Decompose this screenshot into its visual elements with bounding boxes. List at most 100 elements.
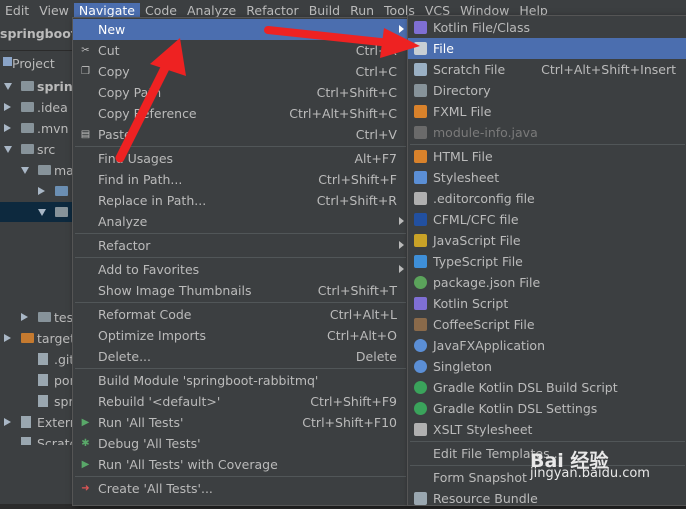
menu-item-find-in-path[interactable]: Find in Path... Ctrl+Shift+F — [73, 169, 408, 190]
menu-item-new[interactable]: New — [73, 19, 408, 40]
menu-item-coffeescript-file[interactable]: CoffeeScript File — [408, 314, 686, 335]
menu-item-cut[interactable]: ✂ Cut Ctrl+X — [73, 40, 408, 61]
tree-row[interactable]: spring — [0, 391, 72, 411]
expand-arrow-icon[interactable] — [4, 146, 12, 153]
tree-item-label: .mvn — [37, 121, 69, 136]
menu-item-delete[interactable]: Delete... Delete — [73, 346, 408, 367]
menu-refactor[interactable]: Refactor — [241, 3, 303, 18]
menu-item-run-all-tests[interactable]: ▶ Run 'All Tests' Ctrl+Shift+F10 — [73, 412, 408, 433]
menu-item-stylesheet[interactable]: Stylesheet — [408, 167, 686, 188]
menu-item-directory[interactable]: Directory — [408, 80, 686, 101]
menu-item-label: module-info.java — [433, 125, 538, 140]
menu-item-package-json-file[interactable]: package.json File — [408, 272, 686, 293]
tree-row[interactable] — [0, 286, 72, 306]
tree-row[interactable]: target — [0, 328, 72, 348]
menu-item-add-to-favorites[interactable]: Add to Favorites — [73, 259, 408, 280]
run-icon: ▶ — [81, 417, 90, 428]
menu-item-xslt-stylesheet[interactable]: XSLT Stylesheet — [408, 419, 686, 440]
menu-item-cfml-cfc-file[interactable]: CFML/CFC file — [408, 209, 686, 230]
menu-item-kotlin-script[interactable]: Kotlin Script — [408, 293, 686, 314]
menu-run[interactable]: Run — [345, 3, 379, 18]
menu-build[interactable]: Build — [304, 3, 345, 18]
expand-arrow-icon[interactable] — [38, 209, 46, 216]
tree-row[interactable] — [0, 202, 72, 222]
menu-item-label: Create 'All Tests'... — [98, 481, 213, 496]
menu-item-paste[interactable]: ▤ Paste Ctrl+V — [73, 124, 408, 145]
menu-item-javafxapplication[interactable]: JavaFXApplication — [408, 335, 686, 356]
tree-row[interactable]: .mvn — [0, 118, 72, 138]
menu-item-build-module-springboot-rabbitmq[interactable]: Build Module 'springboot-rabbitmq' — [73, 370, 408, 391]
menu-analyze[interactable]: Analyze — [182, 3, 241, 18]
menu-item-reformat-code[interactable]: Reformat Code Ctrl+Alt+L — [73, 304, 408, 325]
tree-row[interactable]: ma — [0, 160, 72, 180]
menu-item-optimize-imports[interactable]: Optimize Imports Ctrl+Alt+O — [73, 325, 408, 346]
expand-arrow-icon[interactable] — [4, 83, 12, 90]
collapse-arrow-icon[interactable] — [4, 418, 11, 426]
menu-item-copy[interactable]: ❐ Copy Ctrl+C — [73, 61, 408, 82]
collapse-arrow-icon[interactable] — [4, 124, 11, 132]
menu-separator — [410, 144, 685, 145]
menu-item-replace-in-path[interactable]: Replace in Path... Ctrl+Shift+R — [73, 190, 408, 211]
menu-item-label: JavaScript File — [433, 233, 521, 248]
xslt-icon — [414, 423, 427, 436]
menu-item-shortcut: Ctrl+Alt+L — [329, 307, 397, 322]
tree-row[interactable] — [0, 223, 72, 243]
scissors-icon: ✂ — [81, 45, 90, 56]
menu-view[interactable]: View — [34, 3, 74, 18]
directory-icon — [414, 84, 427, 97]
menu-item-html-file[interactable]: HTML File — [408, 146, 686, 167]
menu-item-kotlin-file-class[interactable]: Kotlin File/Class — [408, 17, 686, 38]
menu-item-shortcut: Ctrl+Shift+C — [316, 85, 397, 100]
collapse-arrow-icon[interactable] — [4, 103, 11, 111]
project-view-selector[interactable]: Project — [12, 56, 55, 71]
tree-row[interactable]: .gitigr — [0, 349, 72, 369]
menu-item-file[interactable]: File — [408, 38, 686, 59]
menu-item-debug-all-tests[interactable]: ✱ Debug 'All Tests' — [73, 433, 408, 454]
menu-item-refactor[interactable]: Refactor — [73, 235, 408, 256]
menu-item-run-all-tests-with-coverage[interactable]: ▶ Run 'All Tests' with Coverage — [73, 454, 408, 475]
menu-item-label: File — [433, 41, 454, 56]
file-icon — [38, 395, 48, 407]
menu-item-gradle-kotlin-dsl-build-script[interactable]: Gradle Kotlin DSL Build Script — [408, 377, 686, 398]
tree-row[interactable]: tes — [0, 307, 72, 327]
menu-item-typescript-file[interactable]: TypeScript File — [408, 251, 686, 272]
menu-item-scratch-file[interactable]: Scratch File Ctrl+Alt+Shift+Insert — [408, 59, 686, 80]
create-test-icon: ➜ — [81, 483, 90, 494]
tree-row[interactable]: src — [0, 139, 72, 159]
menu-item-gradle-kotlin-dsl-settings[interactable]: Gradle Kotlin DSL Settings — [408, 398, 686, 419]
menu-item-label: Run 'All Tests' — [98, 415, 184, 430]
tree-row[interactable]: springbo — [0, 76, 72, 96]
menu-item-create-all-tests[interactable]: ➜ Create 'All Tests'... — [73, 478, 408, 499]
menu-item-singleton[interactable]: Singleton — [408, 356, 686, 377]
tree-row[interactable]: .idea — [0, 97, 72, 117]
collapse-arrow-icon[interactable] — [38, 187, 45, 195]
collapse-arrow-icon[interactable] — [4, 334, 11, 342]
menu-item-find-usages[interactable]: Find Usages Alt+F7 — [73, 148, 408, 169]
menu-item-label: Stylesheet — [433, 170, 500, 185]
tree-row[interactable]: Scratches — [0, 433, 72, 445]
menu-edit[interactable]: Edit — [0, 3, 34, 18]
menu-item-javascript-file[interactable]: JavaScript File — [408, 230, 686, 251]
menu-item-analyze[interactable]: Analyze — [73, 211, 408, 232]
tree-row[interactable] — [0, 265, 72, 285]
menu-item-copy-path[interactable]: Copy Path Ctrl+Shift+C — [73, 82, 408, 103]
menu-item-show-image-thumbnails[interactable]: Show Image Thumbnails Ctrl+Shift+T — [73, 280, 408, 301]
menu-item-resource-bundle[interactable]: Resource Bundle — [408, 488, 686, 509]
tree-item-label: spring — [54, 394, 72, 409]
menu-item-fxml-file[interactable]: FXML File — [408, 101, 686, 122]
menu-item-editorconfig-file[interactable]: .editorconfig file — [408, 188, 686, 209]
tree-row[interactable] — [0, 244, 72, 264]
tree-row[interactable]: pom.x — [0, 370, 72, 390]
menu-item-label: Find Usages — [98, 151, 174, 166]
menu-item-shortcut: Ctrl+Alt+Shift+C — [289, 106, 397, 121]
menu-navigate[interactable]: Navigate — [73, 2, 140, 18]
menu-item-copy-reference[interactable]: Copy Reference Ctrl+Alt+Shift+C — [73, 103, 408, 124]
file-icon — [21, 437, 31, 445]
menu-item-rebuild-default[interactable]: Rebuild '<default>' Ctrl+Shift+F9 — [73, 391, 408, 412]
expand-arrow-icon[interactable] — [21, 167, 29, 174]
tree-row[interactable]: External — [0, 412, 72, 432]
submenu-arrow-icon — [399, 25, 404, 33]
tree-row[interactable] — [0, 181, 72, 201]
menu-code[interactable]: Code — [140, 3, 182, 18]
collapse-arrow-icon[interactable] — [21, 313, 28, 321]
